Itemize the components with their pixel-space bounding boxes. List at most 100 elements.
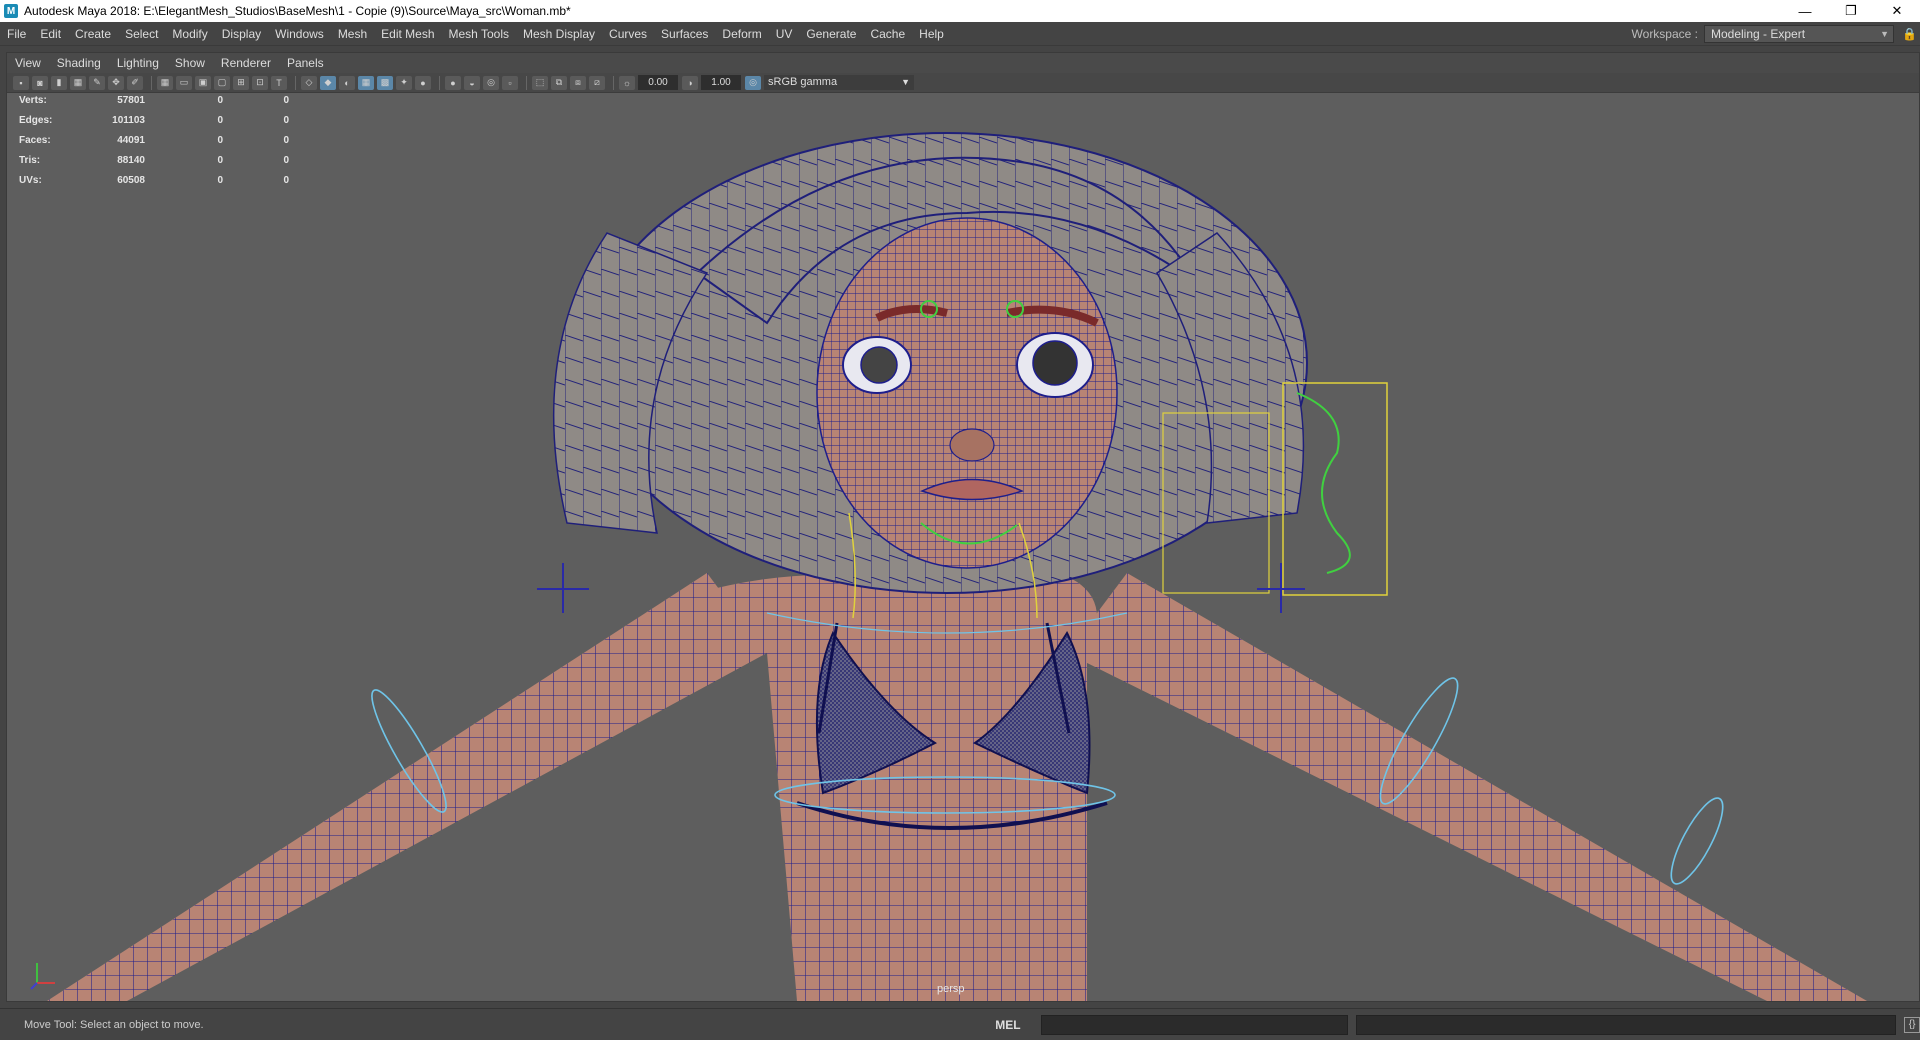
restore-button[interactable]: ❐ xyxy=(1828,0,1874,22)
menu-uv[interactable]: UV xyxy=(769,22,800,46)
smooth-shade-icon[interactable]: ◆ xyxy=(320,75,336,90)
window-title: Autodesk Maya 2018: E:\ElegantMesh_Studi… xyxy=(24,4,571,18)
use-all-lights-icon[interactable]: ✦ xyxy=(396,75,412,90)
command-language-toggle[interactable]: MEL xyxy=(995,1018,1035,1032)
right-elbow-control xyxy=(1670,797,1724,885)
hud-selected: 0 xyxy=(217,115,223,126)
menu-mesh[interactable]: Mesh xyxy=(331,22,374,46)
menu-help[interactable]: Help xyxy=(912,22,951,46)
left-arm-mesh xyxy=(47,573,767,1001)
lock-icon[interactable]: 🔒 xyxy=(1902,27,1917,41)
two-d-pan-icon[interactable]: ✥ xyxy=(108,75,124,90)
menu-edit-mesh[interactable]: Edit Mesh xyxy=(374,22,441,46)
color-management-icon[interactable]: ◎ xyxy=(745,75,761,90)
menu-file[interactable]: File xyxy=(0,22,33,46)
safe-action-icon[interactable]: ⊡ xyxy=(252,75,268,90)
hud-component: 0 xyxy=(283,155,289,166)
perspective-viewport[interactable]: View Shading Lighting Show Renderer Pane… xyxy=(6,52,1920,1002)
hud-selected: 0 xyxy=(217,155,223,166)
command-line-input[interactable] xyxy=(1040,1014,1349,1035)
image-plane-icon[interactable]: ▦ xyxy=(70,75,86,90)
panel-menu-panels[interactable]: Panels xyxy=(279,56,332,70)
depth-of-field-icon[interactable]: ▫ xyxy=(502,75,518,90)
script-editor-icon[interactable]: {} xyxy=(1904,1016,1920,1033)
bookmark-icon[interactable]: ▮ xyxy=(51,75,67,90)
panel-menu-shading[interactable]: Shading xyxy=(49,56,109,70)
xray-joints-icon[interactable]: ⧈ xyxy=(570,75,586,90)
right-arm-mesh xyxy=(1067,573,1867,1001)
wireframe-on-shaded-icon[interactable]: ▦ xyxy=(358,75,374,90)
film-gate-icon[interactable]: ▭ xyxy=(176,75,192,90)
exposure-field[interactable]: 0.00 xyxy=(638,75,678,90)
toolbar-separator xyxy=(439,75,440,90)
wireframe-icon[interactable]: ◇ xyxy=(301,75,317,90)
anti-aliasing-icon[interactable]: ◎ xyxy=(483,75,499,90)
hud-label: Tris: xyxy=(19,155,41,166)
hud-component: 0 xyxy=(283,115,289,126)
camera-icon[interactable]: ▪ xyxy=(13,75,29,90)
locator-left xyxy=(537,563,589,613)
menu-cache[interactable]: Cache xyxy=(863,22,912,46)
menu-mesh-display[interactable]: Mesh Display xyxy=(516,22,602,46)
locator-right xyxy=(1257,563,1305,613)
torso-mesh xyxy=(697,563,1097,1001)
hud-row-faces: Faces: 44091 0 0 xyxy=(19,131,289,151)
menu-edit[interactable]: Edit xyxy=(33,22,68,46)
menu-deform[interactable]: Deform xyxy=(715,22,768,46)
isolate-select-icon[interactable]: ⬚ xyxy=(532,75,548,90)
textured-icon[interactable]: ▩ xyxy=(377,75,393,90)
panel-menu-view[interactable]: View xyxy=(7,56,49,70)
menu-create[interactable]: Create xyxy=(68,22,118,46)
hud-row-edges: Edges: 101103 0 0 xyxy=(19,111,289,131)
grease-pencil-icon[interactable]: ✐ xyxy=(127,75,143,90)
menu-modify[interactable]: Modify xyxy=(165,22,214,46)
toolbar-separator xyxy=(526,75,527,90)
hud-row-verts: Verts: 57801 0 0 xyxy=(19,91,289,111)
gamma-field[interactable]: 1.00 xyxy=(701,75,741,90)
panel-menu-renderer[interactable]: Renderer xyxy=(213,56,279,70)
hud-value: 88140 xyxy=(117,155,145,166)
resolution-gate-icon[interactable]: ▣ xyxy=(195,75,211,90)
help-line: Move Tool: Select an object to move. MEL… xyxy=(0,1008,1920,1040)
minimize-button[interactable]: — xyxy=(1782,0,1828,22)
menu-windows[interactable]: Windows xyxy=(268,22,331,46)
hud-value: 101103 xyxy=(112,115,145,126)
hud-value: 44091 xyxy=(117,135,145,146)
pen-icon[interactable]: ✎ xyxy=(89,75,105,90)
shadows-icon[interactable]: ● xyxy=(415,75,431,90)
gate-mask-icon[interactable]: ▢ xyxy=(214,75,230,90)
hud-selected: 0 xyxy=(217,95,223,106)
hud-label: UVs: xyxy=(19,175,42,186)
toolbar-separator xyxy=(151,75,152,90)
workspace-dropdown[interactable]: Modeling - Expert ▼ xyxy=(1704,25,1894,43)
motion-blur-icon[interactable]: ◒ xyxy=(464,75,480,90)
camera-name-label: persp xyxy=(937,983,965,995)
hud-component: 0 xyxy=(283,95,289,106)
menu-curves[interactable]: Curves xyxy=(602,22,654,46)
menu-mesh-tools[interactable]: Mesh Tools xyxy=(442,22,516,46)
left-iris xyxy=(860,346,898,384)
exposure-icon[interactable]: ☼ xyxy=(619,75,635,90)
lighting-icon[interactable]: ◐ xyxy=(339,75,355,90)
gamma-icon[interactable]: ◑ xyxy=(682,75,698,90)
hud-selected: 0 xyxy=(217,135,223,146)
safe-title-icon[interactable]: T xyxy=(271,75,287,90)
panel-menu-show[interactable]: Show xyxy=(167,56,213,70)
field-chart-icon[interactable]: ⊞ xyxy=(233,75,249,90)
toolbar-separator xyxy=(295,75,296,90)
menu-display[interactable]: Display xyxy=(215,22,268,46)
ambient-occlusion-icon[interactable]: ● xyxy=(445,75,461,90)
right-iris xyxy=(1032,340,1078,386)
menu-select[interactable]: Select xyxy=(118,22,165,46)
menu-generate[interactable]: Generate xyxy=(799,22,863,46)
view-transform-dropdown[interactable]: sRGB gamma ▼ xyxy=(764,75,914,90)
camera-attributes-icon[interactable]: ◙ xyxy=(32,75,48,90)
grid-icon[interactable]: ▦ xyxy=(157,75,173,90)
panel-menu-lighting[interactable]: Lighting xyxy=(109,56,167,70)
xray-icon[interactable]: ⧉ xyxy=(551,75,567,90)
menu-surfaces[interactable]: Surfaces xyxy=(654,22,715,46)
xray-components-icon[interactable]: ⧄ xyxy=(589,75,605,90)
panel-toolbar: ▪ ◙ ▮ ▦ ✎ ✥ ✐ ▦ ▭ ▣ ▢ ⊞ ⊡ T ◇ ◆ ◐ ▦ ▩ ✦ … xyxy=(7,73,1919,93)
hair-control-curve xyxy=(1296,392,1351,574)
close-button[interactable]: ✕ xyxy=(1874,0,1920,22)
